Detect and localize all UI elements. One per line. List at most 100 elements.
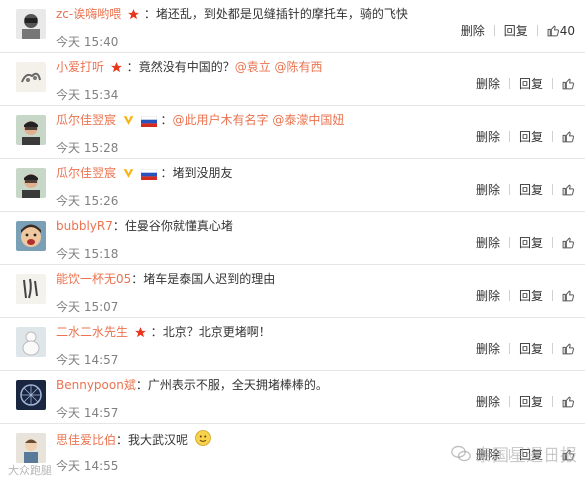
comment-item: 瓜尔佳翌宸 ：@此用户木有名字 @泰濛中国妞 今天 15:28 删除 回复 [0,106,585,159]
comment-content: 二水二水先生 ：北京？北京更堵啊！ [56,323,495,341]
comment-text: 堵还乱，到处都是见缝插针的摩托车，骑的飞快 [155,7,408,21]
like-count: 40 [559,24,575,38]
avatar[interactable] [16,168,46,198]
comment-item: 二水二水先生 ：北京？北京更堵啊！ 今天 14:57 删除 回复 [0,318,585,371]
divider [508,131,510,142]
divider [508,343,510,354]
like-button[interactable] [562,77,575,91]
delete-button[interactable]: 删除 [476,340,500,357]
comment-text: 北京？北京更堵啊！ [162,325,271,339]
like-button[interactable] [562,289,575,303]
like-button[interactable]: 40 [547,24,575,38]
username-link[interactable]: 小爱打听 [56,60,104,74]
username-link[interactable]: Bennypoon斌 [56,378,136,392]
comment-actions: 删除 回复 [476,75,575,92]
like-button[interactable] [562,342,575,356]
comment-actions: 删除 回复 [476,393,575,410]
avatar[interactable] [16,380,46,410]
comment-list: zc-诶嗨哟喂 ：堵还乱，到处都是见缝插针的摩托车，骑的飞快 今天 15:40 … [0,0,585,480]
avatar[interactable] [16,62,46,92]
username-link[interactable]: 思佳爱比伯 [56,433,116,447]
delete-button[interactable]: 删除 [476,181,500,198]
comment-item: 瓜尔佳翌宸 ：堵到没朋友 今天 15:26 删除 回复 [0,159,585,212]
reply-button[interactable]: 回复 [519,234,543,251]
comment-item: zc-诶嗨哟喂 ：堵还乱，到处都是见缝插针的摩托车，骑的飞快 今天 15:40 … [0,0,585,53]
watermark: 泰国星暹日报 [451,441,577,466]
avatar[interactable] [16,274,46,304]
delete-button[interactable]: 删除 [476,75,500,92]
delete-button[interactable]: 删除 [461,22,485,39]
thumbs-up-icon [562,78,574,90]
comment-actions: 删除 回复 [476,287,575,304]
avatar[interactable] [16,9,46,39]
thumbs-up-icon [547,25,559,37]
comment-time: 今天 15:26 [56,194,119,208]
delete-button[interactable]: 删除 [476,234,500,251]
mention-link[interactable]: @陈有西 [275,60,323,74]
russia-flag-icon [140,114,157,132]
divider [552,78,553,89]
comment-time: 今天 15:18 [56,247,119,261]
comment-content: 瓜尔佳翌宸 ：堵到没朋友 [56,164,495,182]
username-link[interactable]: bubblyR7 [56,219,113,233]
mention-link[interactable]: @袁立 [235,60,271,74]
reply-button[interactable]: 回复 [519,75,543,92]
like-button[interactable] [562,395,575,409]
divider [493,25,495,36]
username-link[interactable]: zc-诶嗨哟喂 [56,7,121,21]
avatar[interactable] [16,327,46,357]
mention-link[interactable]: @此用户木有名字 [173,113,269,127]
delete-button[interactable]: 删除 [476,128,500,145]
reply-button[interactable]: 回复 [519,128,543,145]
mention-link[interactable]: @泰濛中国妞 [272,113,344,127]
comment-actions: 删除 回复 [476,234,575,251]
divider [508,237,510,248]
reply-button[interactable]: 回复 [519,340,543,357]
comment-time: 今天 14:55 [56,459,119,473]
comment-actions: 删除 回复 40 [461,22,575,39]
username-link[interactable]: 瓜尔佳翌宸 [56,113,116,127]
avatar[interactable] [16,433,46,463]
comment-time: 今天 15:07 [56,300,119,314]
username-link[interactable]: 瓜尔佳翌宸 [56,166,116,180]
comment-content: zc-诶嗨哟喂 ：堵还乱，到处都是见缝插针的摩托车，骑的飞快 [56,5,495,23]
comment-text: 竟然没有中国的？ [138,60,235,74]
divider [536,25,538,36]
username-link[interactable]: 二水二水先生 [56,325,128,339]
thumbs-up-icon [562,343,574,355]
reply-button[interactable]: 回复 [504,22,528,39]
vip-badge [122,114,135,132]
avatar[interactable] [16,221,46,251]
divider [552,131,553,142]
reply-button[interactable]: 回复 [519,287,543,304]
divider [552,343,553,354]
comment-content: 瓜尔佳翌宸 ：@此用户木有名字 @泰濛中国妞 [56,111,495,129]
comment-actions: 删除 回复 [476,340,575,357]
avatar[interactable] [16,115,46,145]
delete-button[interactable]: 删除 [476,287,500,304]
comment-text: 我大武汉呢 [128,433,189,447]
divider [508,78,510,89]
comment-time: 今天 15:34 [56,88,119,102]
divider [508,396,510,407]
thumbs-up-icon [562,237,574,249]
divider [508,184,510,195]
thumbs-up-icon [562,396,574,408]
comment-text: 堵到没朋友 [172,166,233,180]
like-button[interactable] [562,236,575,250]
reply-button[interactable]: 回复 [519,393,543,410]
comment-item: 能饮一杯无05：堵车是泰国人迟到的理由 今天 15:07 删除 回复 [0,265,585,318]
comment-text: 广州表示不服，全天拥堵棒棒的。 [147,378,328,392]
comment-content: 思佳爱比伯：我大武汉呢 [56,429,495,447]
reply-button[interactable]: 回复 [519,181,543,198]
corner-watermark: 大众跑腿 [8,464,52,477]
russia-flag-icon [140,167,157,185]
like-button[interactable] [562,130,575,144]
thumbs-up-icon [562,184,574,196]
comment-time: 今天 14:57 [56,406,119,420]
delete-button[interactable]: 删除 [476,393,500,410]
divider [552,396,553,407]
like-button[interactable] [562,183,575,197]
comment-item: 小爱打听 ：竟然没有中国的？@袁立 @陈有西 今天 15:34 删除 回复 [0,53,585,106]
username-link[interactable]: 能饮一杯无05 [56,272,131,286]
